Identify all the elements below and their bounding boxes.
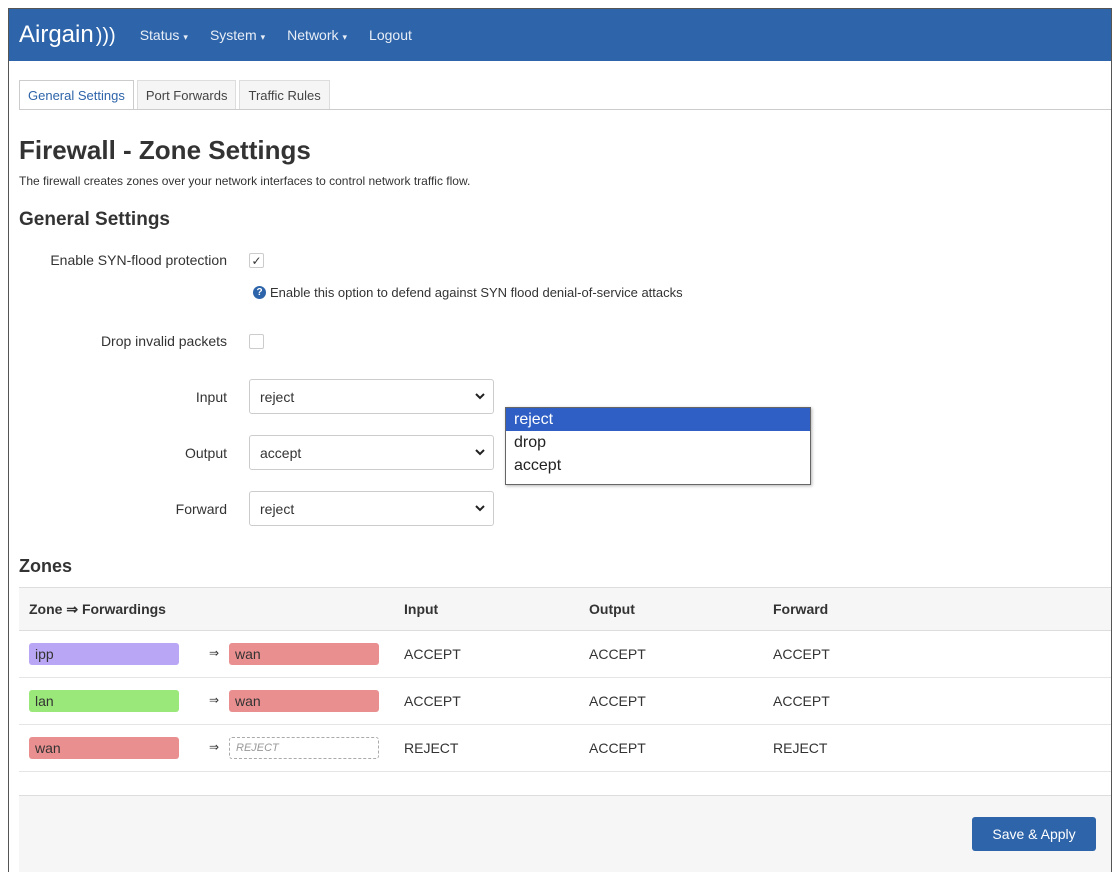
checkmark-icon: ✓: [251, 253, 262, 268]
syn-flood-help-text: Enable this option to defend against SYN…: [270, 285, 683, 300]
nav-status[interactable]: Status ▾: [140, 27, 188, 43]
col-input: Input: [404, 601, 439, 617]
syn-flood-checkbox[interactable]: ✓: [249, 253, 264, 268]
brand-waves: ))): [95, 25, 116, 47]
row-input: ACCEPT: [404, 693, 461, 709]
forward-badge-wan[interactable]: wan: [229, 643, 379, 665]
col-zone-forwardings: Zone ⇒ Forwardings: [29, 601, 166, 617]
zone-badge-lan[interactable]: lan: [29, 690, 179, 712]
nav-logout[interactable]: Logout: [369, 27, 412, 43]
page-description: The firewall creates zones over your net…: [19, 174, 471, 188]
row-input: ACCEPT: [404, 646, 461, 662]
general-settings-heading: General Settings: [19, 209, 170, 230]
zone-badge-wan[interactable]: wan: [29, 737, 179, 759]
brand-logo[interactable]: Airgain))): [19, 21, 116, 49]
row-output: ACCEPT: [589, 646, 646, 662]
forward-select-value: reject: [260, 500, 295, 517]
policy-dropdown-list: reject drop accept: [505, 407, 811, 485]
syn-flood-label: Enable SYN-flood protection: [50, 252, 227, 268]
nav-status-label: Status: [139, 27, 180, 43]
caret-down-icon: ▾: [342, 32, 348, 42]
zones-table: Zone ⇒ Forwardings Input Output Forward …: [19, 587, 1111, 772]
chevron-down-icon: [475, 393, 485, 400]
input-label: Input: [195, 389, 227, 405]
arrow-icon: ⇒: [209, 740, 220, 754]
col-output: Output: [589, 601, 635, 617]
forward-select[interactable]: reject: [249, 491, 494, 526]
output-select-value: accept: [260, 444, 302, 461]
tab-bar: General Settings Port Forwards Traffic R…: [19, 80, 333, 110]
arrow-icon: ⇒: [209, 693, 220, 707]
drop-invalid-checkbox[interactable]: [249, 334, 264, 349]
zones-heading: Zones: [19, 556, 73, 576]
row-forward: ACCEPT: [773, 693, 830, 709]
chevron-down-icon: [475, 449, 485, 456]
input-select[interactable]: reject: [249, 379, 494, 414]
drop-invalid-label: Drop invalid packets: [100, 333, 227, 349]
output-label: Output: [184, 445, 227, 461]
row-input: REJECT: [404, 740, 459, 756]
chevron-down-icon: [475, 505, 485, 512]
table-row: wan ⇒ REJECT REJECT ACCEPT REJECT: [19, 725, 1111, 772]
form-footer: Save & Apply: [19, 795, 1111, 872]
input-select-value: reject: [260, 388, 295, 405]
table-row: lan ⇒ wan ACCEPT ACCEPT ACCEPT: [19, 678, 1111, 725]
nav-system-label: System: [209, 27, 257, 43]
zone-badge-ipp[interactable]: ipp: [29, 643, 179, 665]
help-icon: ?: [253, 286, 266, 299]
nav-network-label: Network: [287, 27, 339, 43]
row-output: ACCEPT: [589, 693, 646, 709]
zones-table-header: Zone ⇒ Forwardings Input Output Forward: [19, 587, 1111, 631]
col-forward: Forward: [773, 601, 829, 617]
caret-down-icon: ▾: [260, 32, 266, 42]
table-row: ipp ⇒ wan ACCEPT ACCEPT ACCEPT: [19, 631, 1111, 678]
row-forward: ACCEPT: [773, 646, 830, 662]
dropdown-option-drop[interactable]: drop: [506, 431, 810, 454]
dropdown-option-accept[interactable]: accept: [506, 454, 810, 477]
nav-network[interactable]: Network ▾: [287, 27, 347, 43]
tab-traffic-rules[interactable]: Traffic Rules: [239, 80, 330, 110]
nav-logout-label: Logout: [369, 27, 412, 43]
forward-badge-reject: REJECT: [229, 737, 379, 759]
tab-divider: [19, 109, 1111, 110]
forward-label: Forward: [175, 501, 227, 517]
page-title: Firewall - Zone Settings: [19, 135, 311, 165]
browser-frame: Airgain))) Status ▾ System ▾ Network ▾ Logo…: [8, 8, 1112, 872]
tab-port-forwards[interactable]: Port Forwards: [136, 80, 237, 110]
forward-badge-wan[interactable]: wan: [229, 690, 379, 712]
nav-system[interactable]: System ▾: [210, 27, 265, 43]
brand-name: Airgain: [19, 21, 94, 48]
row-forward: REJECT: [773, 740, 828, 756]
arrow-icon: ⇒: [209, 646, 220, 660]
top-navbar: Airgain))) Status ▾ System ▾ Network ▾ Logo…: [9, 9, 1111, 61]
tab-general-settings[interactable]: General Settings: [19, 80, 134, 110]
dropdown-option-reject[interactable]: reject: [506, 408, 810, 431]
output-select[interactable]: accept: [249, 435, 494, 470]
syn-flood-help: ? Enable this option to defend against S…: [253, 285, 683, 300]
row-output: ACCEPT: [589, 740, 646, 756]
save-apply-button[interactable]: Save & Apply: [972, 817, 1096, 851]
caret-down-icon: ▾: [183, 32, 188, 42]
